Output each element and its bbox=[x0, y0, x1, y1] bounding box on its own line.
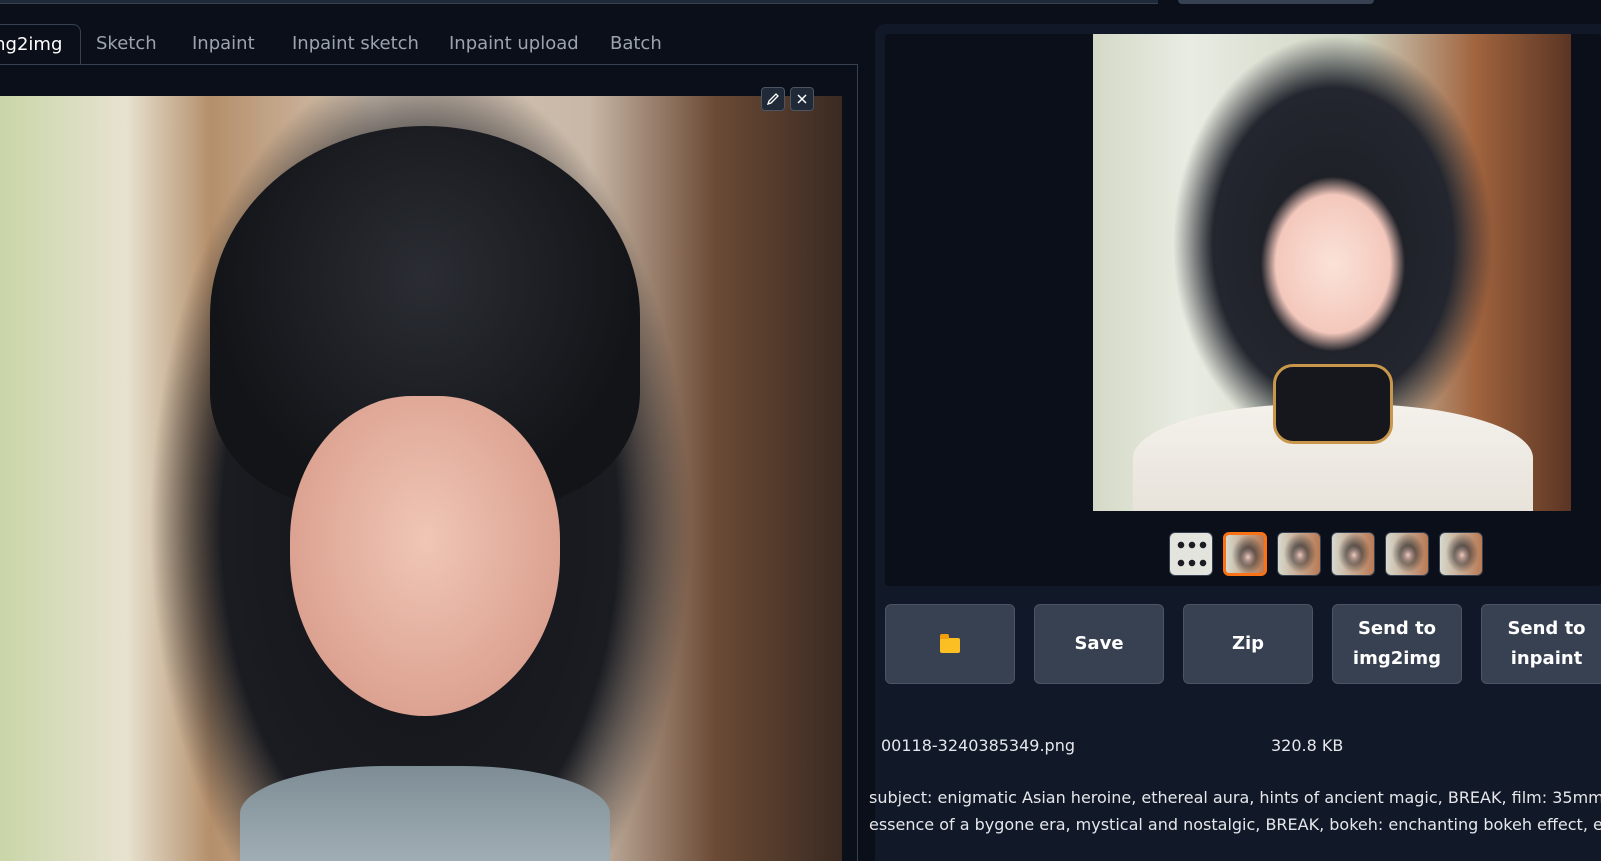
thumbnail[interactable] bbox=[1331, 532, 1375, 576]
tab-batch[interactable]: Batch bbox=[610, 24, 662, 64]
generation-info-line: essence of a bygone era, mystical and no… bbox=[869, 815, 1601, 834]
generation-info-line: subject: enigmatic Asian heroine, ethere… bbox=[869, 788, 1601, 807]
output-column: Save Zip Send to img2img Send to inpaint… bbox=[869, 24, 1601, 861]
save-button[interactable]: Save bbox=[1034, 604, 1164, 684]
tab-img2img[interactable]: img2img bbox=[0, 24, 82, 65]
send-to-img2img-button[interactable]: Send to img2img bbox=[1332, 604, 1462, 684]
button-label-line1: Send to bbox=[1357, 618, 1437, 639]
prompt-area-edge bbox=[0, 0, 1158, 4]
img2img-tabs: img2img Sketch Inpaint Inpaint sketch In… bbox=[0, 24, 860, 66]
input-image[interactable] bbox=[0, 96, 842, 861]
button-label-line2: img2img bbox=[1352, 648, 1442, 669]
pencil-icon[interactable] bbox=[761, 87, 785, 111]
tab-label: img2img bbox=[0, 34, 63, 55]
generate-button-edge[interactable] bbox=[1178, 0, 1374, 4]
folder-icon bbox=[940, 634, 960, 653]
close-icon-svg bbox=[797, 94, 807, 104]
image-collar-shape bbox=[1273, 364, 1393, 444]
button-label-line1: Send to bbox=[1507, 618, 1586, 639]
output-gallery bbox=[885, 34, 1601, 586]
thumbnail[interactable] bbox=[1277, 532, 1321, 576]
thumbnail-selected[interactable] bbox=[1223, 532, 1267, 576]
pencil-icon-svg bbox=[766, 93, 779, 106]
image-face-shape bbox=[290, 396, 560, 716]
send-to-inpaint-button[interactable]: Send to inpaint bbox=[1481, 604, 1601, 684]
image-collar-shape bbox=[240, 766, 610, 861]
gallery-thumbnails bbox=[1169, 532, 1483, 580]
thumbnail[interactable] bbox=[1385, 532, 1429, 576]
file-size: 320.8 KB bbox=[1271, 736, 1344, 755]
file-info: 00118-3240385349.png 320.8 KB bbox=[881, 736, 1601, 756]
input-image-panel bbox=[0, 65, 858, 861]
tab-sketch[interactable]: Sketch bbox=[96, 24, 157, 64]
gallery-main-image[interactable] bbox=[1093, 34, 1571, 511]
zip-button[interactable]: Zip bbox=[1183, 604, 1313, 684]
close-icon[interactable] bbox=[790, 87, 814, 111]
tab-inpaint-sketch[interactable]: Inpaint sketch bbox=[292, 24, 419, 64]
generation-info: subject: enigmatic Asian heroine, ethere… bbox=[869, 784, 1601, 844]
button-label-line2: inpaint bbox=[1510, 648, 1583, 669]
open-folder-button[interactable] bbox=[885, 604, 1015, 684]
file-name: 00118-3240385349.png bbox=[881, 736, 1076, 755]
thumbnail[interactable] bbox=[1439, 532, 1483, 576]
tab-inpaint[interactable]: Inpaint bbox=[192, 24, 255, 64]
thumbnail-grid[interactable] bbox=[1169, 532, 1213, 576]
tab-inpaint-upload[interactable]: Inpaint upload bbox=[449, 24, 579, 64]
